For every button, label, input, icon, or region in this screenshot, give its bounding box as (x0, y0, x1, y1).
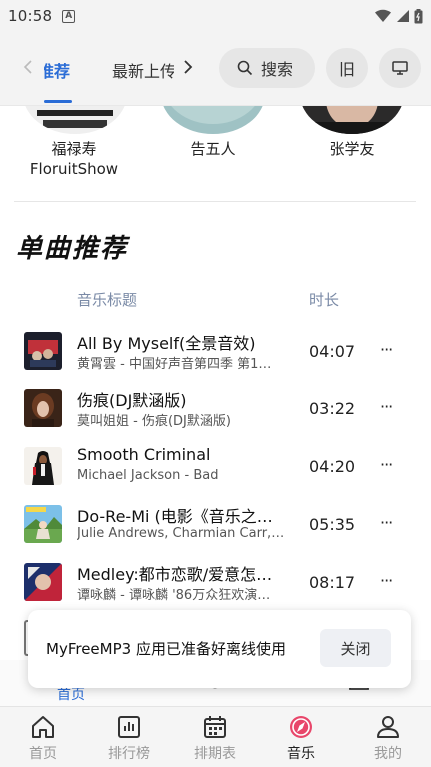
battery-icon (414, 8, 423, 23)
section-title: 单曲推荐 (16, 234, 129, 264)
song-title: Medley:都市恋歌/爱意怎… (77, 565, 273, 584)
song-subtitle: 黄霄雲 - 中国好声音第四季 第1… (77, 357, 272, 372)
artist-name[interactable]: 告五人 (153, 139, 273, 159)
song-cover (24, 389, 62, 427)
compass-icon (290, 716, 312, 738)
artist-avatar[interactable] (161, 106, 265, 134)
artist-avatar[interactable] (23, 106, 127, 134)
artist-name[interactable]: 张学友 (292, 139, 412, 159)
toast-close-button[interactable]: 关闭 (320, 629, 391, 667)
nav-schedule[interactable]: 排期表 (185, 713, 245, 765)
song-row[interactable]: Medley:都市恋歌/爱意怎… 谭咏麟 - 谭咏麟 '86万众狂欢演… 08:… (0, 561, 431, 617)
tab-latest-upload[interactable]: 最新上传 (112, 58, 174, 82)
search-button[interactable]: 搜索 (219, 48, 315, 88)
offline-ready-toast: MyFreeMP3 应用已准备好离线使用 关闭 (28, 610, 411, 688)
song-subtitle: 莫叫姐姐 - 伤痕(DJ默涵版) (77, 414, 231, 429)
song-subtitle: 谭咏麟 - 谭咏麟 '86万众狂欢演… (77, 588, 271, 603)
nav-home-label: 首页 (29, 746, 57, 762)
tab-recommend[interactable]: 推荐 (44, 58, 74, 82)
tabs-prev-icon[interactable] (20, 58, 36, 76)
search-icon (237, 60, 253, 76)
artist-avatar[interactable] (300, 106, 404, 134)
old-version-button[interactable]: 旧 (326, 48, 368, 88)
more-options-icon[interactable]: ··· (380, 513, 393, 532)
toast-message: MyFreeMP3 应用已准备好离线使用 (46, 640, 286, 658)
nav-ranking-label: 排行榜 (108, 746, 150, 762)
signal-icon (397, 10, 409, 22)
nav-ranking[interactable]: 排行榜 (99, 713, 159, 765)
song-duration: 04:07 (309, 342, 356, 361)
song-title: Do-Re-Mi (电影《音乐之… (77, 507, 273, 526)
song-subtitle: Michael Jackson - Bad (77, 468, 219, 483)
nav-home[interactable]: 首页 (13, 713, 73, 765)
old-version-label: 旧 (338, 60, 355, 79)
nav-music-label: 音乐 (287, 746, 315, 762)
nav-mine[interactable]: 我的 (358, 713, 418, 765)
song-title: Smooth Criminal (77, 445, 211, 464)
more-options-icon[interactable]: ··· (380, 340, 393, 359)
song-row[interactable]: 伤痕(DJ默涵版) 莫叫姐姐 - 伤痕(DJ默涵版) 03:22 ··· (0, 387, 431, 443)
song-title: 伤痕(DJ默涵版) (77, 391, 187, 410)
search-label: 搜索 (261, 60, 294, 79)
wifi-icon (375, 9, 391, 22)
status-bar: 10:58 A (0, 0, 431, 32)
column-header-duration: 时长 (309, 291, 340, 309)
column-header-title: 音乐标题 (77, 291, 138, 309)
song-row[interactable]: Smooth Criminal Michael Jackson - Bad 04… (0, 445, 431, 501)
song-duration: 05:35 (309, 515, 356, 534)
person-icon (377, 716, 399, 738)
song-cover (24, 505, 62, 543)
top-bar: 推荐 最新上传 搜索 旧 (0, 32, 431, 106)
song-duration: 03:22 (309, 399, 356, 418)
status-indicators (374, 8, 423, 24)
active-tab-indicator (44, 100, 72, 103)
artist-row: 福禄寿 FloruitShow 告五人 张学友 (0, 106, 431, 202)
song-duration: 08:17 (309, 573, 356, 592)
song-title: All By Myself(全景音效) (77, 334, 256, 353)
song-subtitle: Julie Andrews, Charmian Carr,… (77, 526, 285, 541)
more-options-icon[interactable]: ··· (380, 571, 393, 590)
song-cover (24, 447, 62, 485)
more-options-icon[interactable]: ··· (380, 397, 393, 416)
notification-icon: A (62, 9, 76, 23)
bottom-nav: 首页 排行榜 排期表 音乐 我的 (0, 706, 431, 767)
nav-mine-label: 我的 (374, 746, 402, 762)
song-cover (24, 332, 62, 370)
chart-icon (118, 716, 140, 738)
nav-music[interactable]: 音乐 (271, 713, 331, 765)
song-cover (24, 563, 62, 601)
song-row[interactable]: Do-Re-Mi (电影《音乐之… Julie Andrews, Charmia… (0, 503, 431, 559)
tabs-next-icon[interactable] (180, 58, 196, 76)
song-row[interactable]: All By Myself(全景音效) 黄霄雲 - 中国好声音第四季 第1… 0… (0, 330, 431, 386)
display-button[interactable] (379, 48, 421, 88)
calendar-icon (204, 716, 226, 738)
monitor-icon (392, 61, 408, 75)
artist-name[interactable]: 福禄寿 FloruitShow (14, 139, 134, 179)
status-time: 10:58 (8, 7, 53, 25)
more-options-icon[interactable]: ··· (380, 455, 393, 474)
home-icon (32, 716, 54, 738)
nav-schedule-label: 排期表 (194, 746, 236, 762)
song-duration: 04:20 (309, 457, 356, 476)
section-divider (14, 201, 416, 202)
